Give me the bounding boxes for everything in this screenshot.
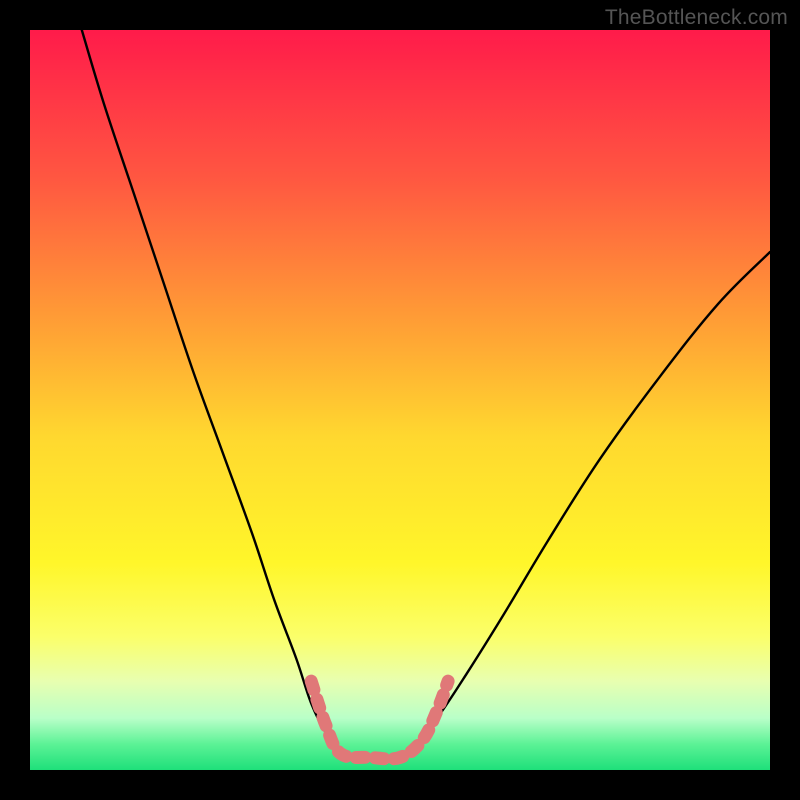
chart-svg [30,30,770,770]
watermark-label: TheBottleneck.com [605,6,788,30]
series-left-curve [82,30,385,759]
series-floor-overlay [311,681,448,759]
chart-frame: TheBottleneck.com [0,0,800,800]
